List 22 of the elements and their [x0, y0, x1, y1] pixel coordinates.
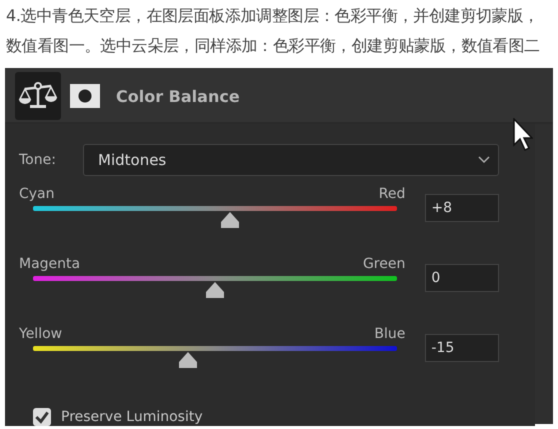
slider-right-label: Blue — [374, 326, 406, 344]
slider-right-label: Red — [378, 186, 406, 204]
value-field[interactable]: +8 — [425, 194, 499, 222]
chevron-down-icon — [478, 156, 490, 164]
tone-label: Tone: — [19, 152, 57, 168]
caption-text: 4.选中青色天空层，在图层面板添加调整图层：色彩平衡，并创建剪切蒙版，数值看图一。选中云朵层，同样添加：色彩平衡，创建剪贴蒙版，数值看图二 — [5, 5, 541, 57]
color-slider[interactable] — [33, 276, 398, 298]
mouse-pointer-icon — [513, 118, 533, 152]
value-field[interactable]: -15 — [425, 334, 499, 362]
tone-dropdown[interactable]: Midtones — [83, 144, 499, 176]
checkbox-label: Preserve Luminosity — [61, 409, 203, 425]
panel-title: Color Balance — [116, 86, 240, 106]
color-slider[interactable] — [33, 206, 398, 228]
slider-left-label: Magenta — [19, 256, 80, 274]
color-slider[interactable] — [33, 346, 398, 368]
slider-left-label: Cyan — [19, 186, 55, 204]
value-field[interactable]: 0 — [425, 264, 499, 292]
checkbox[interactable] — [33, 408, 51, 426]
layer-mask-icon[interactable] — [70, 84, 100, 108]
slider-right-label: Green — [362, 256, 406, 274]
balance-scale-icon[interactable] — [15, 72, 61, 120]
slider-left-label: Yellow — [19, 326, 62, 344]
